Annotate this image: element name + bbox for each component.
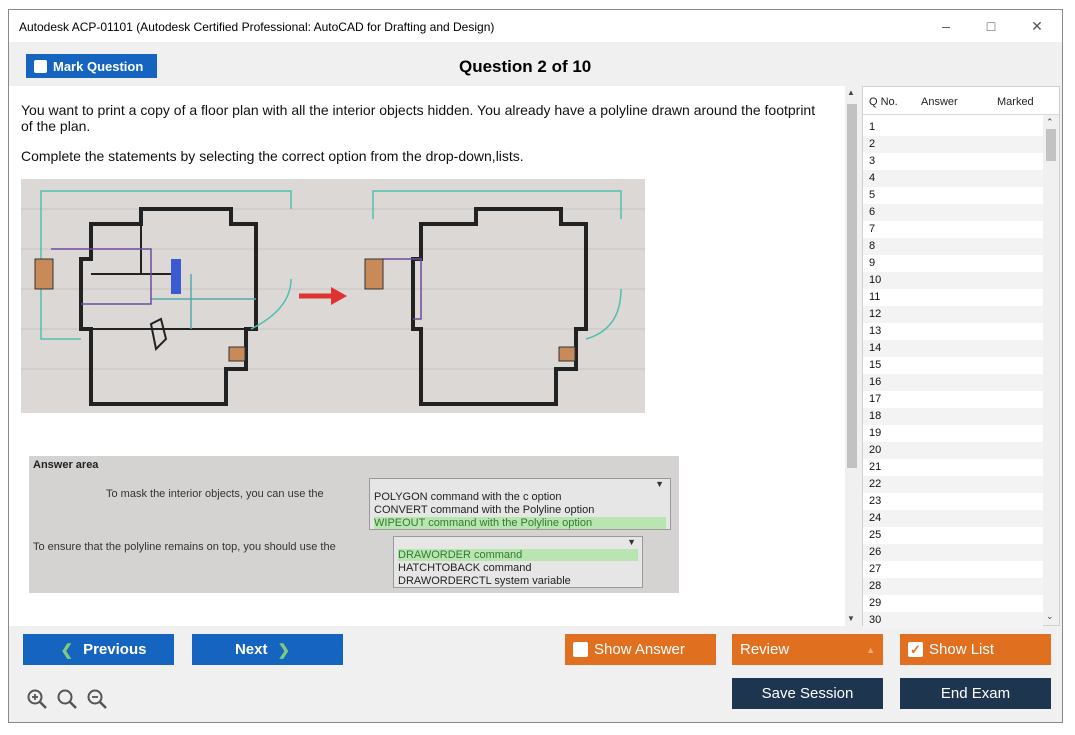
checkbox-icon — [34, 59, 47, 73]
list-item[interactable]: 15 — [863, 357, 1043, 374]
end-exam-label: End Exam — [940, 685, 1011, 702]
dropdown-1-option[interactable]: POLYGON command with the c option — [374, 491, 562, 503]
list-item[interactable]: 5 — [863, 187, 1043, 204]
list-item[interactable]: 8 — [863, 238, 1043, 255]
list-item[interactable]: 7 — [863, 221, 1043, 238]
scroll-thumb[interactable] — [1046, 129, 1056, 161]
list-item[interactable]: 25 — [863, 527, 1043, 544]
list-item[interactable]: 6 — [863, 204, 1043, 221]
question-text: You want to print a copy of a floor plan… — [21, 102, 816, 134]
list-item[interactable]: 20 — [863, 442, 1043, 459]
col-qno: Q No. — [869, 96, 898, 108]
scroll-down-icon[interactable]: ▼ — [847, 614, 855, 623]
minimize-icon[interactable]: – — [931, 16, 961, 36]
close-icon[interactable]: ✕ — [1022, 16, 1052, 36]
question-list: Q No. Answer Marked 1 2 3 4 5 6 7 8 9 10 11 12 13 14 1… — [862, 86, 1060, 629]
scroll-up-icon[interactable]: ⌃ — [1046, 117, 1054, 128]
next-button[interactable]: Next ❯ — [192, 634, 343, 665]
question-list-rows: 1 2 3 4 5 6 7 8 9 10 11 12 13 14 15 16 17 18 19 20 21 22 23 24 2… — [863, 119, 1043, 629]
zoom-reset-icon[interactable] — [56, 688, 78, 710]
checkbox-checked-icon: ✓ — [908, 642, 923, 657]
list-item[interactable]: 11 — [863, 289, 1043, 306]
list-item[interactable]: 13 — [863, 323, 1043, 340]
save-session-button[interactable]: Save Session — [732, 678, 883, 709]
list-item[interactable]: 29 — [863, 595, 1043, 612]
scroll-down-icon[interactable]: ⌄ — [1046, 611, 1054, 622]
dropdown-arrow-icon: ▼ — [627, 537, 636, 547]
list-item[interactable]: 2 — [863, 136, 1043, 153]
question-instruction: Complete the statements by selecting the… — [21, 148, 524, 164]
review-label: Review — [740, 641, 790, 658]
dropdown-1-option-selected[interactable]: WIPEOUT command with the Polyline option — [374, 517, 666, 529]
list-item[interactable]: 22 — [863, 476, 1043, 493]
list-item[interactable]: 21 — [863, 459, 1043, 476]
next-label: Next — [234, 641, 268, 658]
list-item[interactable]: 9 — [863, 255, 1043, 272]
statement-2: To ensure that the polyline remains on t… — [33, 541, 336, 553]
mark-question-label: Mark Question — [53, 58, 144, 74]
show-answer-label: Show Answer — [594, 641, 685, 658]
dropdown-2-option[interactable]: HATCHTOBACK command — [398, 562, 531, 574]
list-item[interactable]: 18 — [863, 408, 1043, 425]
show-list-button[interactable]: ✓ Show List — [900, 634, 1051, 665]
list-item[interactable]: 14 — [863, 340, 1043, 357]
list-item[interactable]: 28 — [863, 578, 1043, 595]
window-title: Autodesk ACP-01101 (Autodesk Certified P… — [19, 20, 495, 34]
list-item[interactable]: 23 — [863, 493, 1043, 510]
review-button[interactable]: Review ▲ — [732, 634, 883, 665]
col-marked: Marked — [997, 96, 1034, 108]
list-item[interactable]: 17 — [863, 391, 1043, 408]
floor-plan-image — [21, 179, 645, 413]
answer-area-heading: Answer area — [33, 459, 99, 471]
list-item[interactable]: 19 — [863, 425, 1043, 442]
dropdown-arrow-icon: ▼ — [655, 479, 664, 489]
zoom-in-icon[interactable] — [26, 688, 48, 710]
zoom-out-icon[interactable] — [86, 688, 108, 710]
title-bar: Autodesk ACP-01101 (Autodesk Certified P… — [9, 10, 1062, 42]
col-answer: Answer — [921, 96, 958, 108]
list-item[interactable]: 16 — [863, 374, 1043, 391]
list-item[interactable]: 30 — [863, 612, 1043, 629]
mark-question-button[interactable]: Mark Question — [26, 54, 157, 78]
chevron-left-icon: ❮ — [60, 641, 74, 659]
show-answer-button[interactable]: Show Answer — [565, 634, 716, 665]
dropdown-1-option[interactable]: CONVERT command with the Polyline option — [374, 504, 594, 516]
question-list-header: Q No. Answer Marked — [863, 87, 1059, 115]
caret-up-icon: ▲ — [866, 644, 875, 655]
list-item[interactable]: 12 — [863, 306, 1043, 323]
list-item[interactable]: 26 — [863, 544, 1043, 561]
dropdown-2-option[interactable]: DRAWORDERCTL system variable — [398, 575, 571, 587]
checkbox-icon — [573, 642, 588, 657]
dropdown-2-option-selected[interactable]: DRAWORDER command — [398, 549, 638, 561]
question-list-scrollbar[interactable]: ⌃ ⌄ — [1043, 115, 1059, 625]
exam-window: Autodesk ACP-01101 (Autodesk Certified P… — [8, 9, 1063, 723]
scroll-up-icon[interactable]: ▲ — [847, 88, 855, 97]
question-header: Mark Question Question 2 of 10 — [9, 42, 1062, 86]
list-item[interactable]: 10 — [863, 272, 1043, 289]
previous-button[interactable]: ❮ Previous — [23, 634, 174, 665]
list-item[interactable]: 3 — [863, 153, 1043, 170]
scroll-thumb[interactable] — [847, 104, 857, 468]
list-item[interactable]: 4 — [863, 170, 1043, 187]
dropdown-2[interactable]: ▼ DRAWORDER command HATCHTOBACK command … — [393, 536, 643, 588]
list-item[interactable]: 27 — [863, 561, 1043, 578]
answer-area-image: Answer area To mask the interior objects… — [29, 456, 679, 593]
maximize-icon[interactable]: □ — [976, 16, 1006, 36]
chevron-right-icon: ❯ — [277, 641, 291, 659]
list-item[interactable]: 1 — [863, 119, 1043, 136]
save-session-label: Save Session — [761, 685, 854, 702]
question-content: You want to print a copy of a floor plan… — [9, 86, 845, 626]
statement-1: To mask the interior objects, you can us… — [106, 488, 324, 500]
previous-label: Previous — [83, 641, 147, 658]
end-exam-button[interactable]: End Exam — [900, 678, 1051, 709]
dropdown-1[interactable]: ▼ POLYGON command with the c option CONV… — [369, 478, 671, 530]
show-list-label: Show List — [929, 641, 995, 658]
content-scrollbar[interactable]: ▲ ▼ — [845, 86, 859, 626]
list-item[interactable]: 24 — [863, 510, 1043, 527]
question-title: Question 2 of 10 — [459, 57, 592, 76]
